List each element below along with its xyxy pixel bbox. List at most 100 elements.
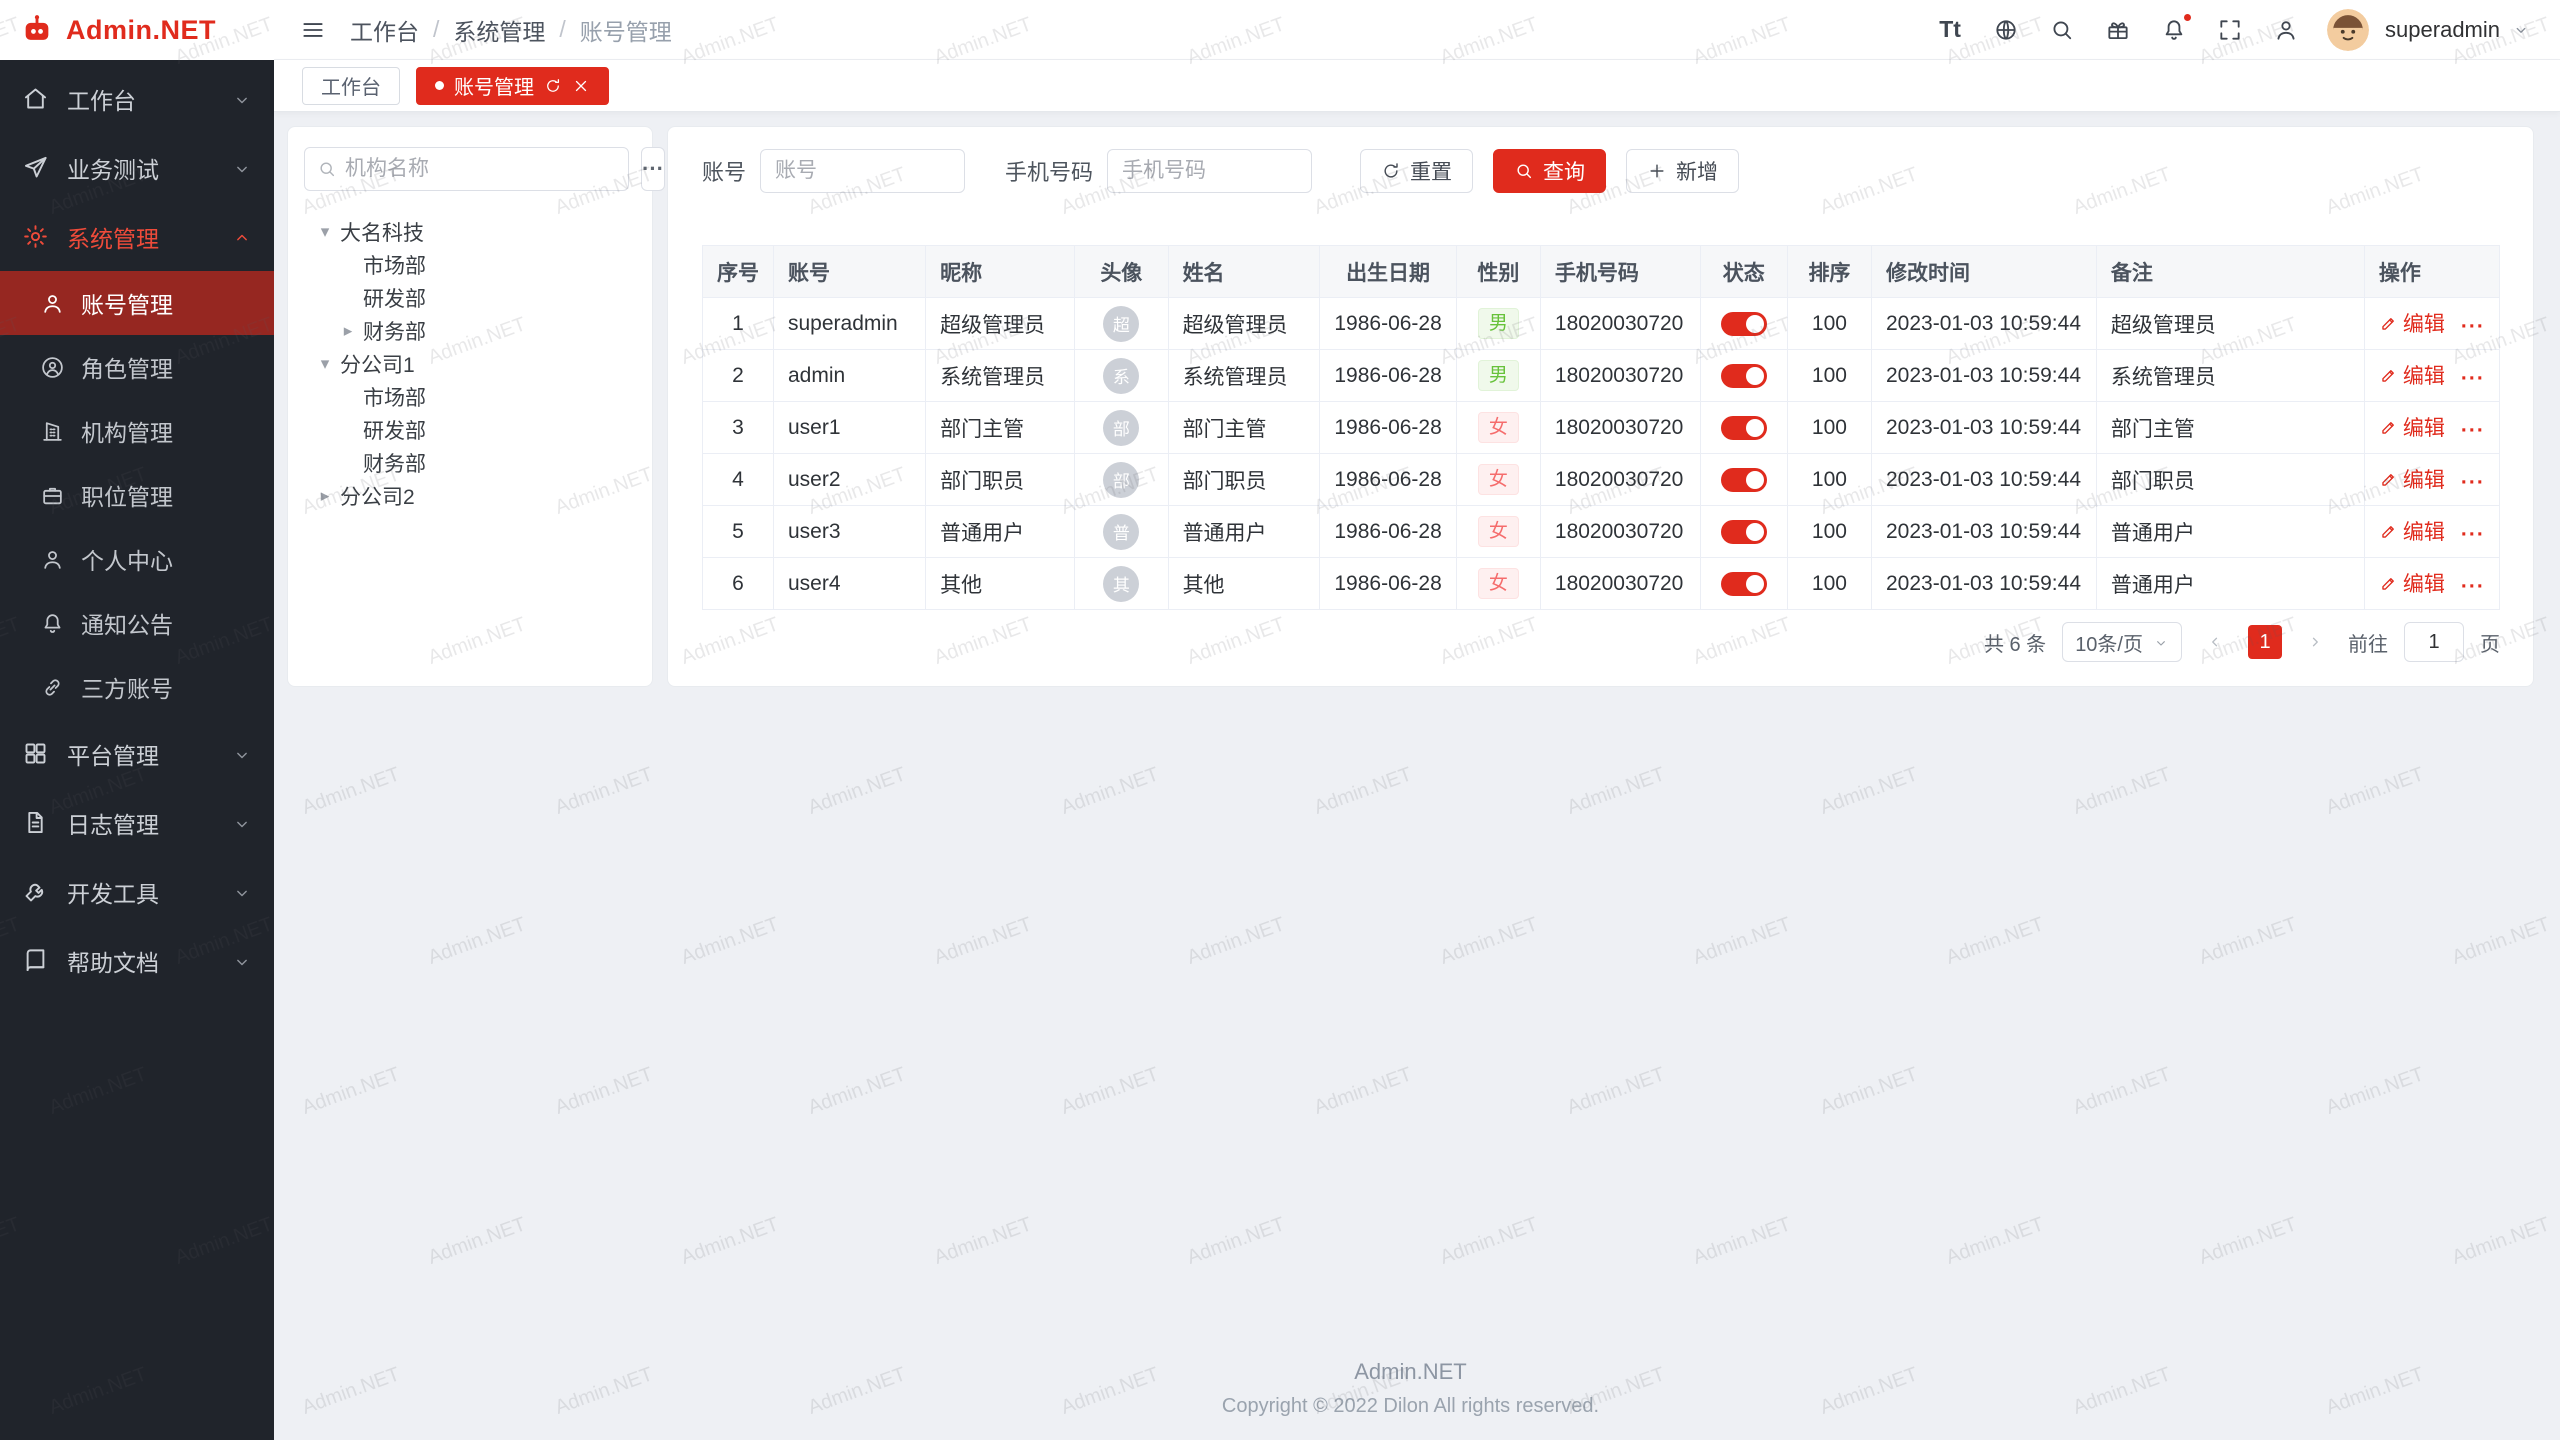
sidebar-item-system-management[interactable]: 系统管理 — [0, 202, 274, 271]
bell-icon[interactable] — [2159, 15, 2189, 45]
tab-refresh-icon[interactable] — [544, 77, 562, 95]
column-header: 手机号码 — [1540, 246, 1700, 298]
sidebar-item-third-party-account[interactable]: 三方账号 — [0, 655, 274, 719]
name-cell: 超级管理员 — [1168, 298, 1320, 350]
modified-time-cell: 2023-01-03 10:59:44 — [1872, 402, 2097, 454]
modified-time-cell: 2023-01-03 10:59:44 — [1872, 298, 2097, 350]
status-toggle[interactable] — [1721, 572, 1767, 596]
search-icon[interactable] — [2047, 15, 2077, 45]
tree-node[interactable]: 市场部 — [304, 248, 636, 281]
sidebar-item-role-management[interactable]: 角色管理 — [0, 335, 274, 399]
sidebar-item-org-management[interactable]: 机构管理 — [0, 399, 274, 463]
status-toggle[interactable] — [1721, 416, 1767, 440]
sidebar-item-workbench[interactable]: 工作台 — [0, 64, 274, 133]
chevron-down-icon[interactable] — [2512, 21, 2530, 39]
font-size-icon[interactable]: Tt — [1935, 15, 1965, 45]
bell-icon — [40, 611, 65, 636]
phone-cell: 18020030720 — [1540, 350, 1700, 402]
sidebar-item-account-management[interactable]: 账号管理 — [0, 271, 274, 335]
sidebar-item-dev-tools[interactable]: 开发工具 — [0, 857, 274, 926]
nickname-cell: 部门主管 — [926, 402, 1075, 454]
reset-button[interactable]: 重置 — [1360, 149, 1473, 193]
caret-down-icon[interactable]: ▾ — [310, 222, 340, 242]
breadcrumb-item[interactable]: 系统管理 — [453, 13, 545, 47]
tab-account-management[interactable]: 账号管理 — [416, 67, 609, 105]
caret-right-icon[interactable]: ▸ — [310, 486, 340, 506]
sidebar-item-label: 帮助文档 — [67, 944, 159, 978]
sidebar-item-business-test[interactable]: 业务测试 — [0, 133, 274, 202]
page-size-select[interactable]: 10条/页 — [2062, 622, 2182, 662]
prev-page-button[interactable] — [2198, 625, 2232, 659]
sidebar-item-notice-announcement[interactable]: 通知公告 — [0, 591, 274, 655]
more-actions-button[interactable]: ··· — [2461, 523, 2485, 546]
sidebar-item-log-management[interactable]: 日志管理 — [0, 788, 274, 857]
goto-page-input[interactable] — [2404, 622, 2464, 662]
more-actions-button[interactable]: ··· — [2461, 367, 2485, 390]
breadcrumb-item[interactable]: 账号管理 — [580, 13, 672, 47]
gift-icon[interactable] — [2103, 15, 2133, 45]
topbar-actions: Tt superadmin — [1935, 9, 2530, 51]
edit-button[interactable]: 编辑 — [2379, 464, 2445, 494]
sidebar-item-position-management[interactable]: 职位管理 — [0, 463, 274, 527]
status-toggle[interactable] — [1721, 364, 1767, 388]
org-icon — [40, 419, 65, 444]
notification-badge — [2182, 12, 2193, 23]
org-search-input[interactable] — [345, 157, 616, 181]
edit-button[interactable]: 编辑 — [2379, 412, 2445, 442]
user-icon[interactable] — [2271, 15, 2301, 45]
edit-button-label: 编辑 — [2403, 360, 2445, 390]
name-cell: 部门主管 — [1168, 402, 1320, 454]
account-filter-input[interactable] — [760, 149, 965, 193]
tree-node-label: 市场部 — [363, 382, 426, 412]
search-button[interactable]: 查询 — [1493, 149, 1606, 193]
topbar-tools: Tt — [1935, 15, 2301, 45]
tab-close-icon[interactable] — [572, 77, 590, 95]
status-toggle[interactable] — [1721, 520, 1767, 544]
avatar[interactable] — [2327, 9, 2369, 51]
phone-filter-input[interactable] — [1107, 149, 1312, 193]
edit-button[interactable]: 编辑 — [2379, 360, 2445, 390]
status-toggle[interactable] — [1721, 312, 1767, 336]
edit-button[interactable]: 编辑 — [2379, 516, 2445, 546]
edit-button-label: 编辑 — [2403, 412, 2445, 442]
caret-right-icon[interactable]: ▸ — [333, 321, 363, 341]
column-header: 头像 — [1075, 246, 1168, 298]
status-toggle[interactable] — [1721, 468, 1767, 492]
more-actions-button[interactable]: ··· — [2461, 471, 2485, 494]
logo[interactable]: Admin.NET — [0, 0, 274, 60]
accounts-table: 序号账号昵称头像姓名出生日期性别手机号码状态排序修改时间备注操作 1supera… — [702, 245, 2500, 610]
more-actions-button[interactable]: ··· — [2461, 315, 2485, 338]
sidebar-item-platform-management[interactable]: 平台管理 — [0, 719, 274, 788]
tree-node[interactable]: ▸财务部 — [304, 314, 636, 347]
tree-node[interactable]: 市场部 — [304, 380, 636, 413]
caret-down-icon[interactable]: ▾ — [310, 354, 340, 374]
more-actions-button[interactable]: ··· — [2461, 575, 2485, 598]
tree-node[interactable]: ▸分公司2 — [304, 479, 636, 512]
sidebar-item-personal-center[interactable]: 个人中心 — [0, 527, 274, 591]
current-page[interactable]: 1 — [2248, 625, 2282, 659]
username[interactable]: superadmin — [2385, 17, 2500, 43]
logo-icon — [20, 13, 54, 47]
tree-node[interactable]: 研发部 — [304, 281, 636, 314]
globe-icon[interactable] — [1991, 15, 2021, 45]
column-header: 修改时间 — [1872, 246, 2097, 298]
fullscreen-icon[interactable] — [2215, 15, 2245, 45]
birth-date-cell: 1986-06-28 — [1320, 558, 1456, 610]
hamburger-icon[interactable] — [298, 15, 328, 45]
tree-more-button[interactable]: ··· — [641, 147, 665, 191]
sort-cell: 100 — [1787, 402, 1871, 454]
tree-node[interactable]: 财务部 — [304, 446, 636, 479]
breadcrumb-item[interactable]: 工作台 — [350, 13, 419, 47]
more-actions-button[interactable]: ··· — [2461, 419, 2485, 442]
sidebar-item-help-docs[interactable]: 帮助文档 — [0, 926, 274, 995]
edit-button[interactable]: 编辑 — [2379, 308, 2445, 338]
tree-node[interactable]: ▾大名科技 — [304, 215, 636, 248]
tree-node[interactable]: ▾分公司1 — [304, 347, 636, 380]
add-button[interactable]: 新增 — [1626, 149, 1739, 193]
avatar-cell: 其 — [1075, 558, 1168, 610]
tab-workbench[interactable]: 工作台 — [302, 67, 400, 105]
edit-button[interactable]: 编辑 — [2379, 568, 2445, 598]
tree-node[interactable]: 研发部 — [304, 413, 636, 446]
table-body: 1superadmin超级管理员超超级管理员1986-06-28男1802003… — [703, 298, 2500, 610]
next-page-button[interactable] — [2298, 625, 2332, 659]
